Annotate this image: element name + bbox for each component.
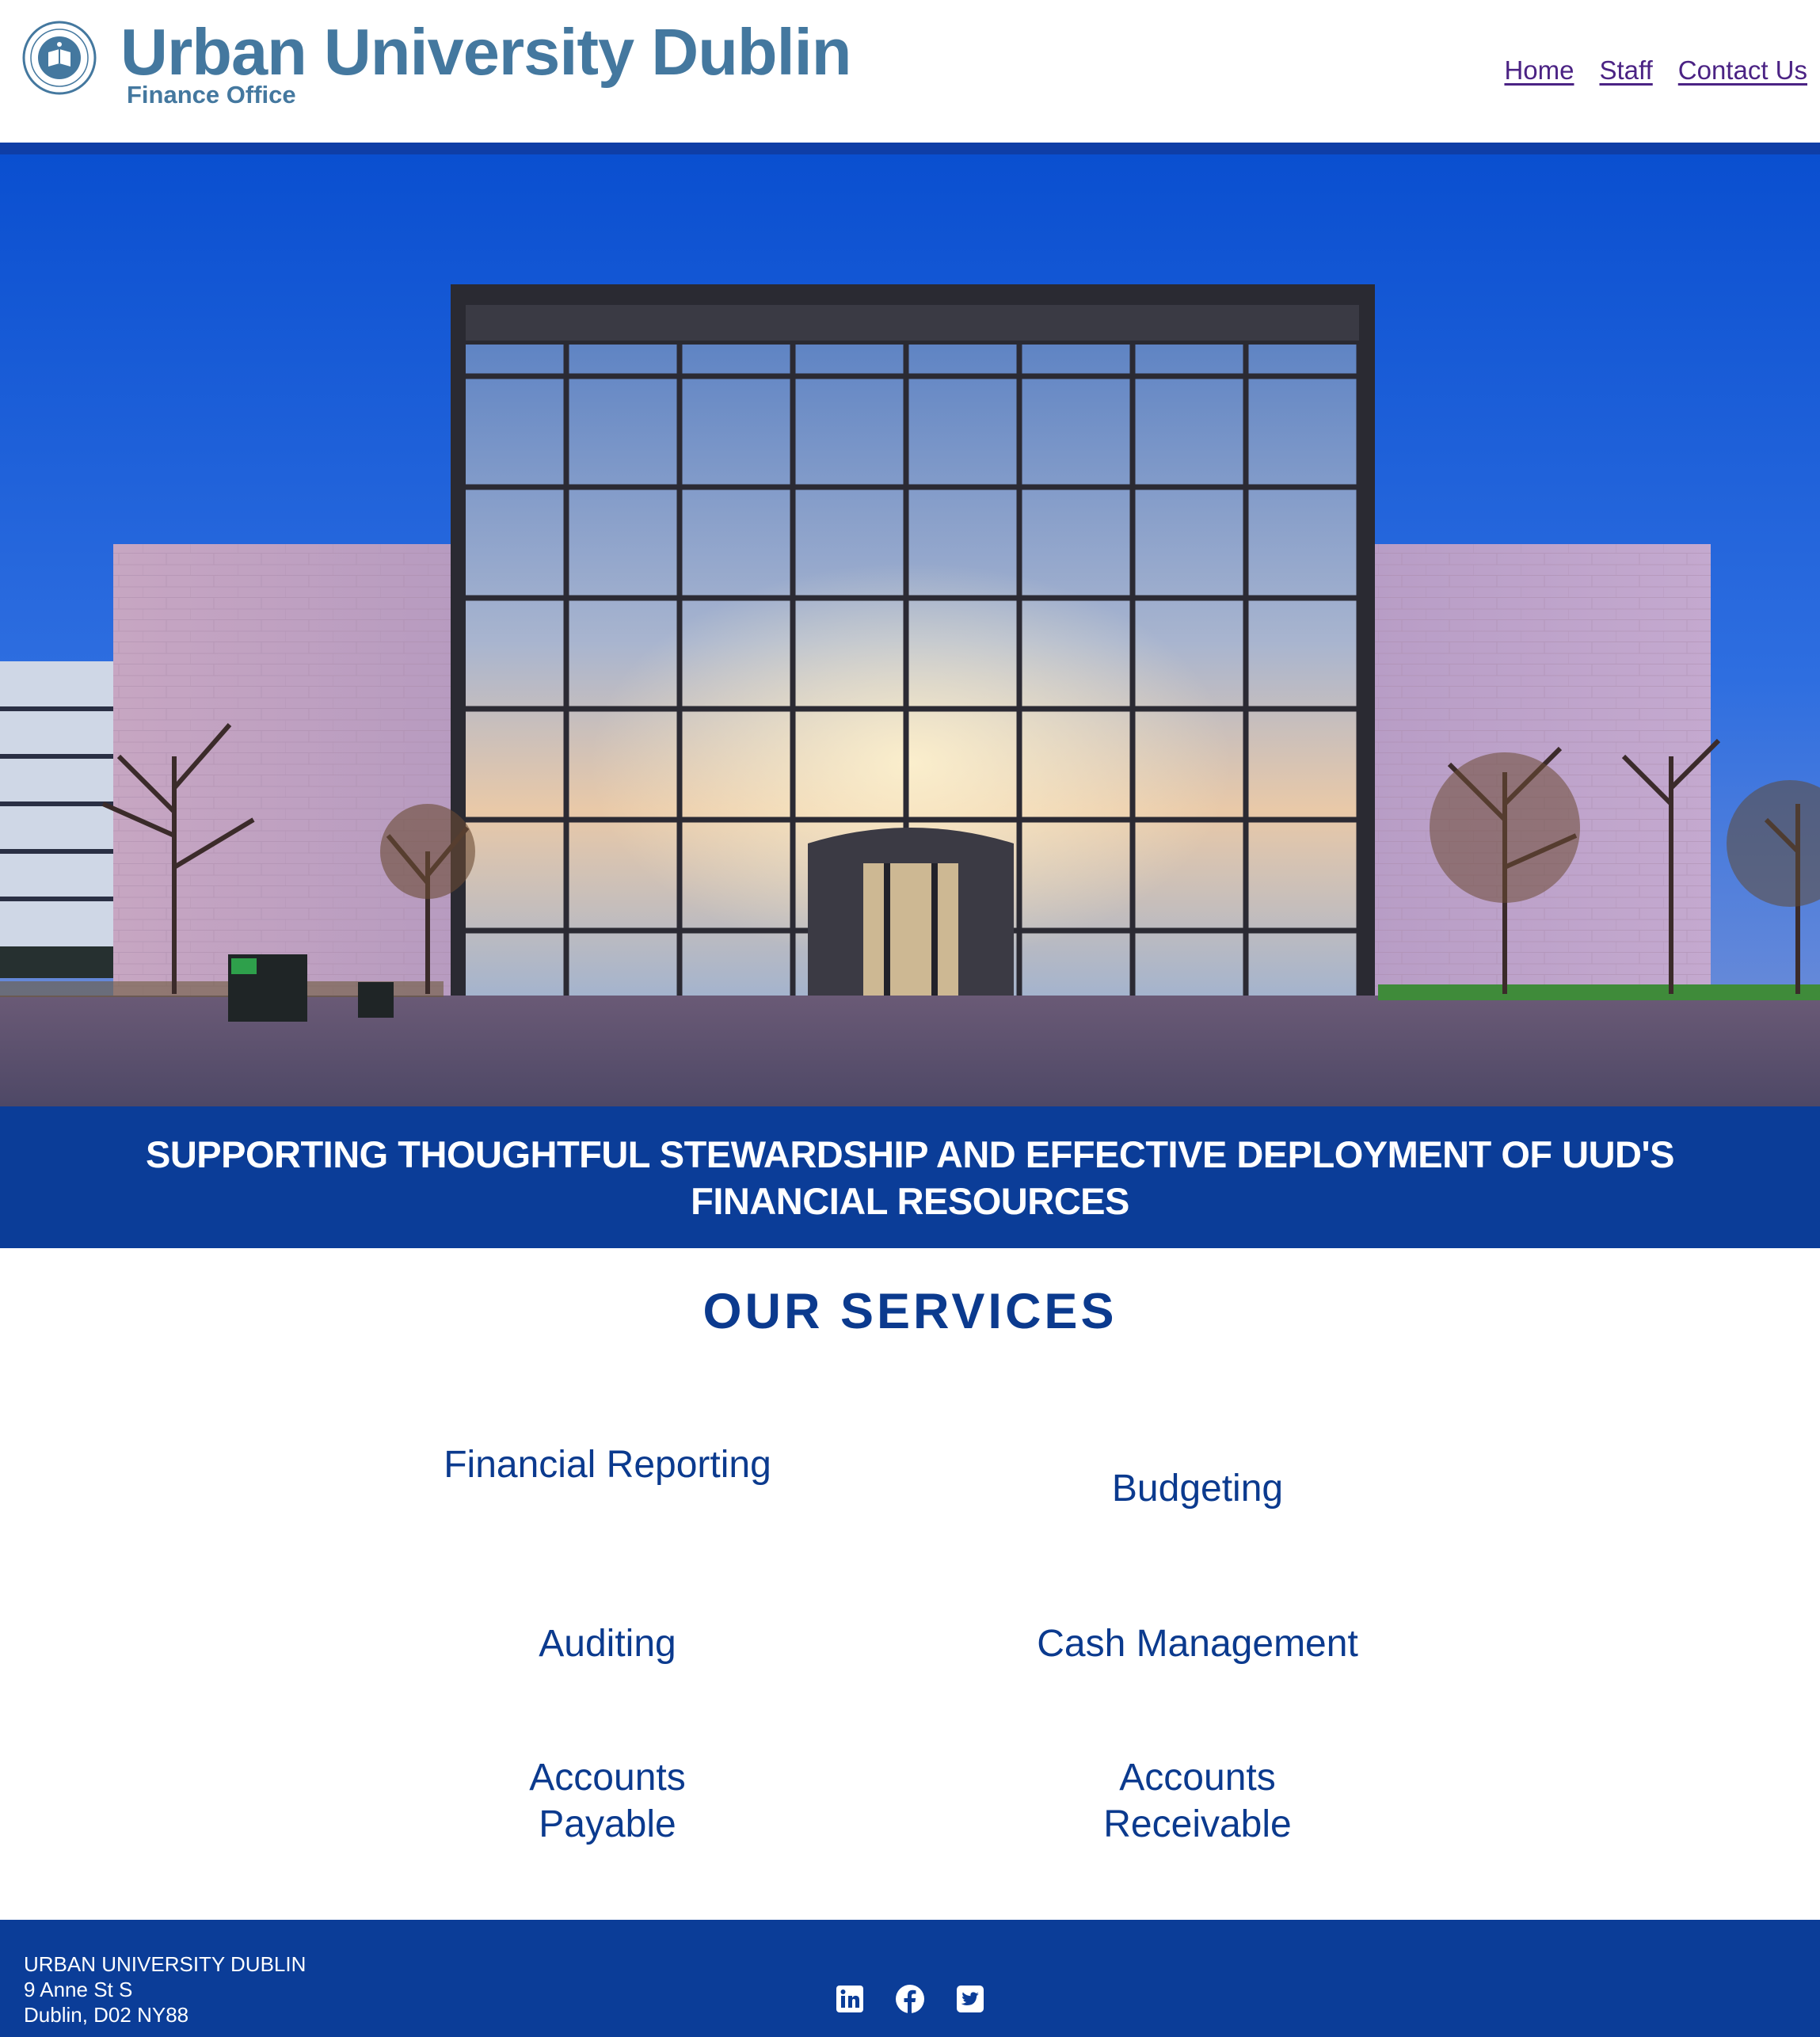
header-divider xyxy=(0,143,1820,154)
twitter-icon[interactable] xyxy=(955,1984,985,2014)
nav-link-contact-us[interactable]: Contact Us xyxy=(1678,55,1807,86)
service-accounts-payable[interactable]: Accounts Payable xyxy=(465,1754,750,1848)
tagline-banner: SUPPORTING THOUGHTFUL STEWARDSHIP AND EF… xyxy=(0,1106,1820,1248)
footer-city: Dublin, D02 NY88 xyxy=(24,2003,189,2027)
site-footer: URBAN UNIVERSITY DUBLIN 9 Anne St S Dubl… xyxy=(0,1920,1820,2037)
linkedin-icon[interactable] xyxy=(835,1984,865,2014)
nav-link-home[interactable]: Home xyxy=(1504,55,1574,86)
footer-org-name: URBAN UNIVERSITY DUBLIN xyxy=(24,1952,307,1976)
services-heading: OUR SERVICES xyxy=(702,1284,1118,1339)
service-budgeting[interactable]: Budgeting xyxy=(976,1465,1419,1512)
site-subtitle: Finance Office xyxy=(127,81,296,109)
site-title: Urban University Dublin xyxy=(120,15,851,89)
university-seal-icon[interactable] xyxy=(22,21,97,95)
facebook-icon[interactable] xyxy=(895,1984,925,2014)
service-auditing[interactable]: Auditing xyxy=(386,1620,829,1667)
service-accounts-receivable[interactable]: Accounts Receivable xyxy=(1055,1754,1340,1848)
service-financial-reporting[interactable]: Financial Reporting xyxy=(386,1441,829,1488)
site-header: Urban University Dublin Finance Office H… xyxy=(0,0,1820,143)
tagline-text: SUPPORTING THOUGHTFUL STEWARDSHIP AND EF… xyxy=(145,1133,1675,1222)
nav-link-staff[interactable]: Staff xyxy=(1599,55,1652,86)
footer-street: 9 Anne St S xyxy=(24,1978,133,2001)
footer-address: URBAN UNIVERSITY DUBLIN 9 Anne St S Dubl… xyxy=(24,1951,306,2027)
service-cash-management[interactable]: Cash Management xyxy=(976,1620,1419,1667)
main-nav: Home Staff Contact Us xyxy=(1504,55,1807,86)
hero-image xyxy=(0,154,1820,1106)
social-links xyxy=(835,1984,985,2014)
